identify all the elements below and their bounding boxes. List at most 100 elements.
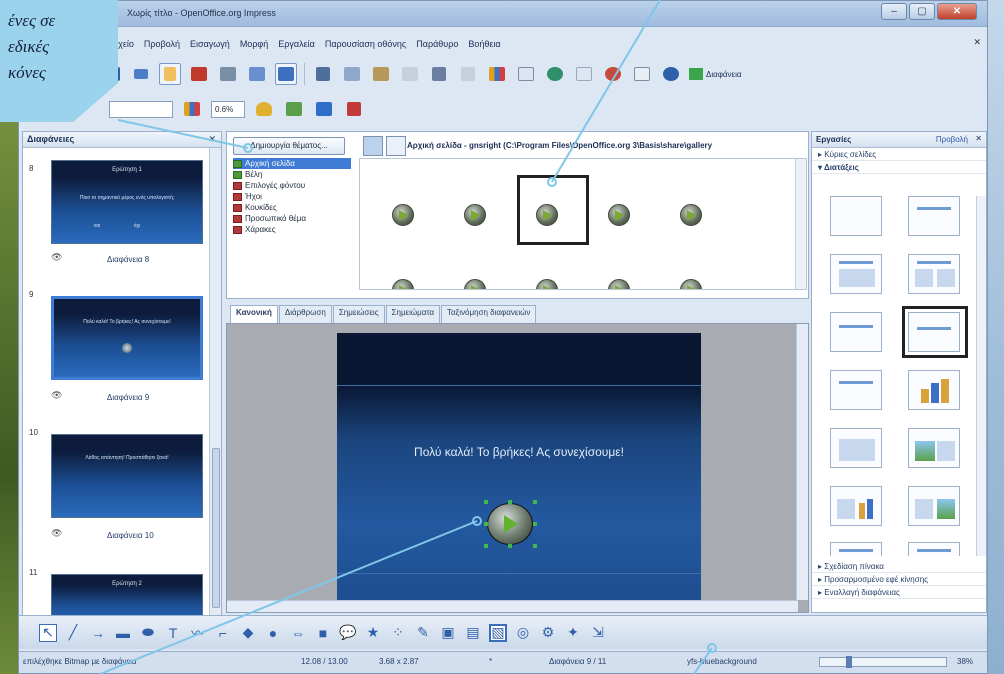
gallery-button-icon[interactable] — [680, 204, 702, 226]
menu-view[interactable]: Προβολή — [144, 39, 180, 49]
print-icon[interactable] — [217, 63, 239, 85]
gallery-button-icon[interactable] — [608, 204, 630, 226]
icon-view-button[interactable] — [363, 136, 383, 156]
slide-thumbnail[interactable]: Ερώτηση 1 Ποιο το σημαντικό μέρος ενός υ… — [51, 160, 203, 244]
layouts-scrollbar[interactable] — [976, 196, 986, 556]
slides-pane-scrollbar[interactable] — [209, 148, 221, 642]
selection-handle[interactable] — [533, 544, 537, 548]
navigator-icon[interactable] — [602, 63, 624, 85]
tab-outline[interactable]: Διάρθρωση — [278, 305, 332, 323]
select-arrow-icon[interactable]: ↖ — [39, 623, 57, 642]
gallery-scrollbar[interactable] — [795, 159, 806, 289]
theme-item[interactable]: Ήχοι — [233, 191, 351, 202]
redo-icon[interactable] — [457, 63, 479, 85]
connector-icon[interactable]: ⌐ — [214, 624, 232, 642]
theme-item[interactable]: Κουκίδες — [233, 202, 351, 213]
zoom-slider[interactable] — [819, 656, 947, 668]
gallery-button-icon[interactable] — [392, 279, 414, 289]
area-icon[interactable] — [313, 98, 335, 120]
selection-handle[interactable] — [533, 522, 537, 526]
tab-normal[interactable]: Κανονική — [230, 305, 278, 323]
selection-handle[interactable] — [484, 544, 488, 548]
layout-title-only[interactable] — [908, 196, 960, 236]
stars-icon[interactable]: ★ — [364, 624, 382, 642]
slides-pane-close-icon[interactable]: ✕ — [208, 134, 216, 145]
gallery-button-icon[interactable] — [536, 279, 558, 289]
clone-format-icon[interactable] — [399, 63, 421, 85]
play-button-image[interactable] — [487, 503, 533, 545]
gallery-button-icon[interactable] — [464, 204, 486, 226]
curve-icon[interactable]: 〰 — [189, 624, 207, 642]
effects-icon[interactable]: ✦ — [564, 624, 582, 642]
slide-thumbnail-selected[interactable]: Πολύ καλά! Το βρήκες! Ας συνεχίσουμε! — [51, 296, 203, 380]
section-slide-transition[interactable]: ▸ Εναλλαγή διαφάνειας — [812, 586, 986, 599]
tasks-view-menu[interactable]: Προβολή — [936, 135, 968, 144]
tab-slide-sorter[interactable]: Ταξινόμηση διαφανειών — [441, 305, 537, 323]
layout-table[interactable] — [830, 428, 882, 468]
theme-item[interactable]: Επιλογές φόντου — [233, 180, 351, 191]
zoom-slider-thumb[interactable] — [846, 656, 852, 668]
layout-image-text[interactable] — [908, 428, 960, 468]
tab-handout[interactable]: Σημειώματα — [385, 305, 441, 323]
section-master-pages[interactable]: ▸ Κύριες σελίδες — [812, 148, 986, 161]
maximize-button[interactable]: ▢ — [909, 3, 935, 20]
autospellcheck-icon[interactable] — [275, 63, 297, 85]
export-pdf-icon[interactable] — [188, 63, 210, 85]
selection-handle[interactable] — [484, 522, 488, 526]
ellipse-icon[interactable]: ⬬ — [139, 624, 157, 642]
gallery-button-icon[interactable] — [464, 279, 486, 289]
chart-small-icon[interactable] — [181, 98, 203, 120]
cut-icon[interactable] — [312, 63, 334, 85]
slide-thumbnail[interactable]: Λάθος απάντηση! Προσπάθησε ξανά! — [51, 434, 203, 518]
menu-help[interactable]: Βοήθεια — [468, 39, 500, 49]
minimize-button[interactable]: – — [881, 3, 907, 20]
close-button[interactable]: ✕ — [937, 3, 977, 20]
zoom-combo[interactable]: 0.6% — [211, 100, 245, 118]
layout-title-subtitle[interactable] — [830, 370, 882, 410]
detailed-view-button[interactable] — [386, 136, 406, 156]
menu-slideshow[interactable]: Παρουσίαση οθόνης — [325, 39, 406, 49]
menu-window[interactable]: Παράθυρο — [416, 39, 458, 49]
flowchart-icon[interactable]: ■ — [314, 624, 332, 642]
layout-text-image[interactable] — [908, 486, 960, 526]
theme-item[interactable]: Χάρακες — [233, 224, 351, 235]
selection-handle[interactable] — [508, 544, 512, 548]
alignment-icon[interactable]: ⇲ — [589, 624, 607, 642]
section-custom-animation[interactable]: ▸ Προσαρμοσμένο εφέ κίνησης — [812, 573, 986, 586]
spellcheck-icon[interactable] — [246, 63, 268, 85]
gallery-icon[interactable] — [631, 63, 653, 85]
shadow-icon[interactable] — [283, 98, 305, 120]
undo-icon[interactable] — [428, 63, 450, 85]
layout-chart[interactable] — [908, 370, 960, 410]
symbol-shapes-icon[interactable]: ● — [264, 624, 282, 642]
block-arrows-icon[interactable]: ⇔ — [289, 624, 307, 642]
theme-item[interactable]: Προσωπικό θέμα — [233, 213, 351, 224]
hyperlink-icon[interactable] — [544, 63, 566, 85]
selection-handle[interactable] — [533, 500, 537, 504]
font-combo[interactable] — [109, 100, 173, 118]
line-icon[interactable]: ╱ — [64, 624, 82, 642]
selection-handle[interactable] — [508, 500, 512, 504]
points-icon[interactable]: ⁘ — [389, 624, 407, 642]
fill-icon[interactable] — [253, 98, 275, 120]
fontwork-gallery-icon[interactable]: ✎ — [414, 624, 432, 642]
edit-mode-icon[interactable] — [159, 63, 181, 85]
copy-icon[interactable] — [341, 63, 363, 85]
grid-icon[interactable] — [573, 63, 595, 85]
layout-two-content[interactable] — [908, 254, 960, 294]
paste-icon[interactable] — [370, 63, 392, 85]
editor-horizontal-scrollbar[interactable] — [227, 600, 798, 612]
gallery-toggle-icon[interactable]: ▤ — [464, 624, 482, 642]
gallery-button-icon[interactable] — [392, 204, 414, 226]
tab-notes[interactable]: Σημειώσεις — [332, 305, 385, 323]
layout-title-text[interactable] — [830, 312, 882, 352]
image-from-file-icon[interactable]: ▧ — [489, 623, 507, 642]
layout-text-chart[interactable] — [830, 486, 882, 526]
menu-format[interactable]: Μορφή — [240, 39, 268, 49]
rectangle-icon[interactable]: ▬ — [114, 624, 132, 642]
section-layouts[interactable]: ▾ Διατάξεις — [812, 161, 986, 174]
line-arrow-icon[interactable]: → — [89, 624, 107, 642]
table-icon[interactable] — [515, 63, 537, 85]
layout-more[interactable] — [830, 542, 882, 556]
tasks-pane-close-icon[interactable]: ✕ — [975, 134, 982, 143]
